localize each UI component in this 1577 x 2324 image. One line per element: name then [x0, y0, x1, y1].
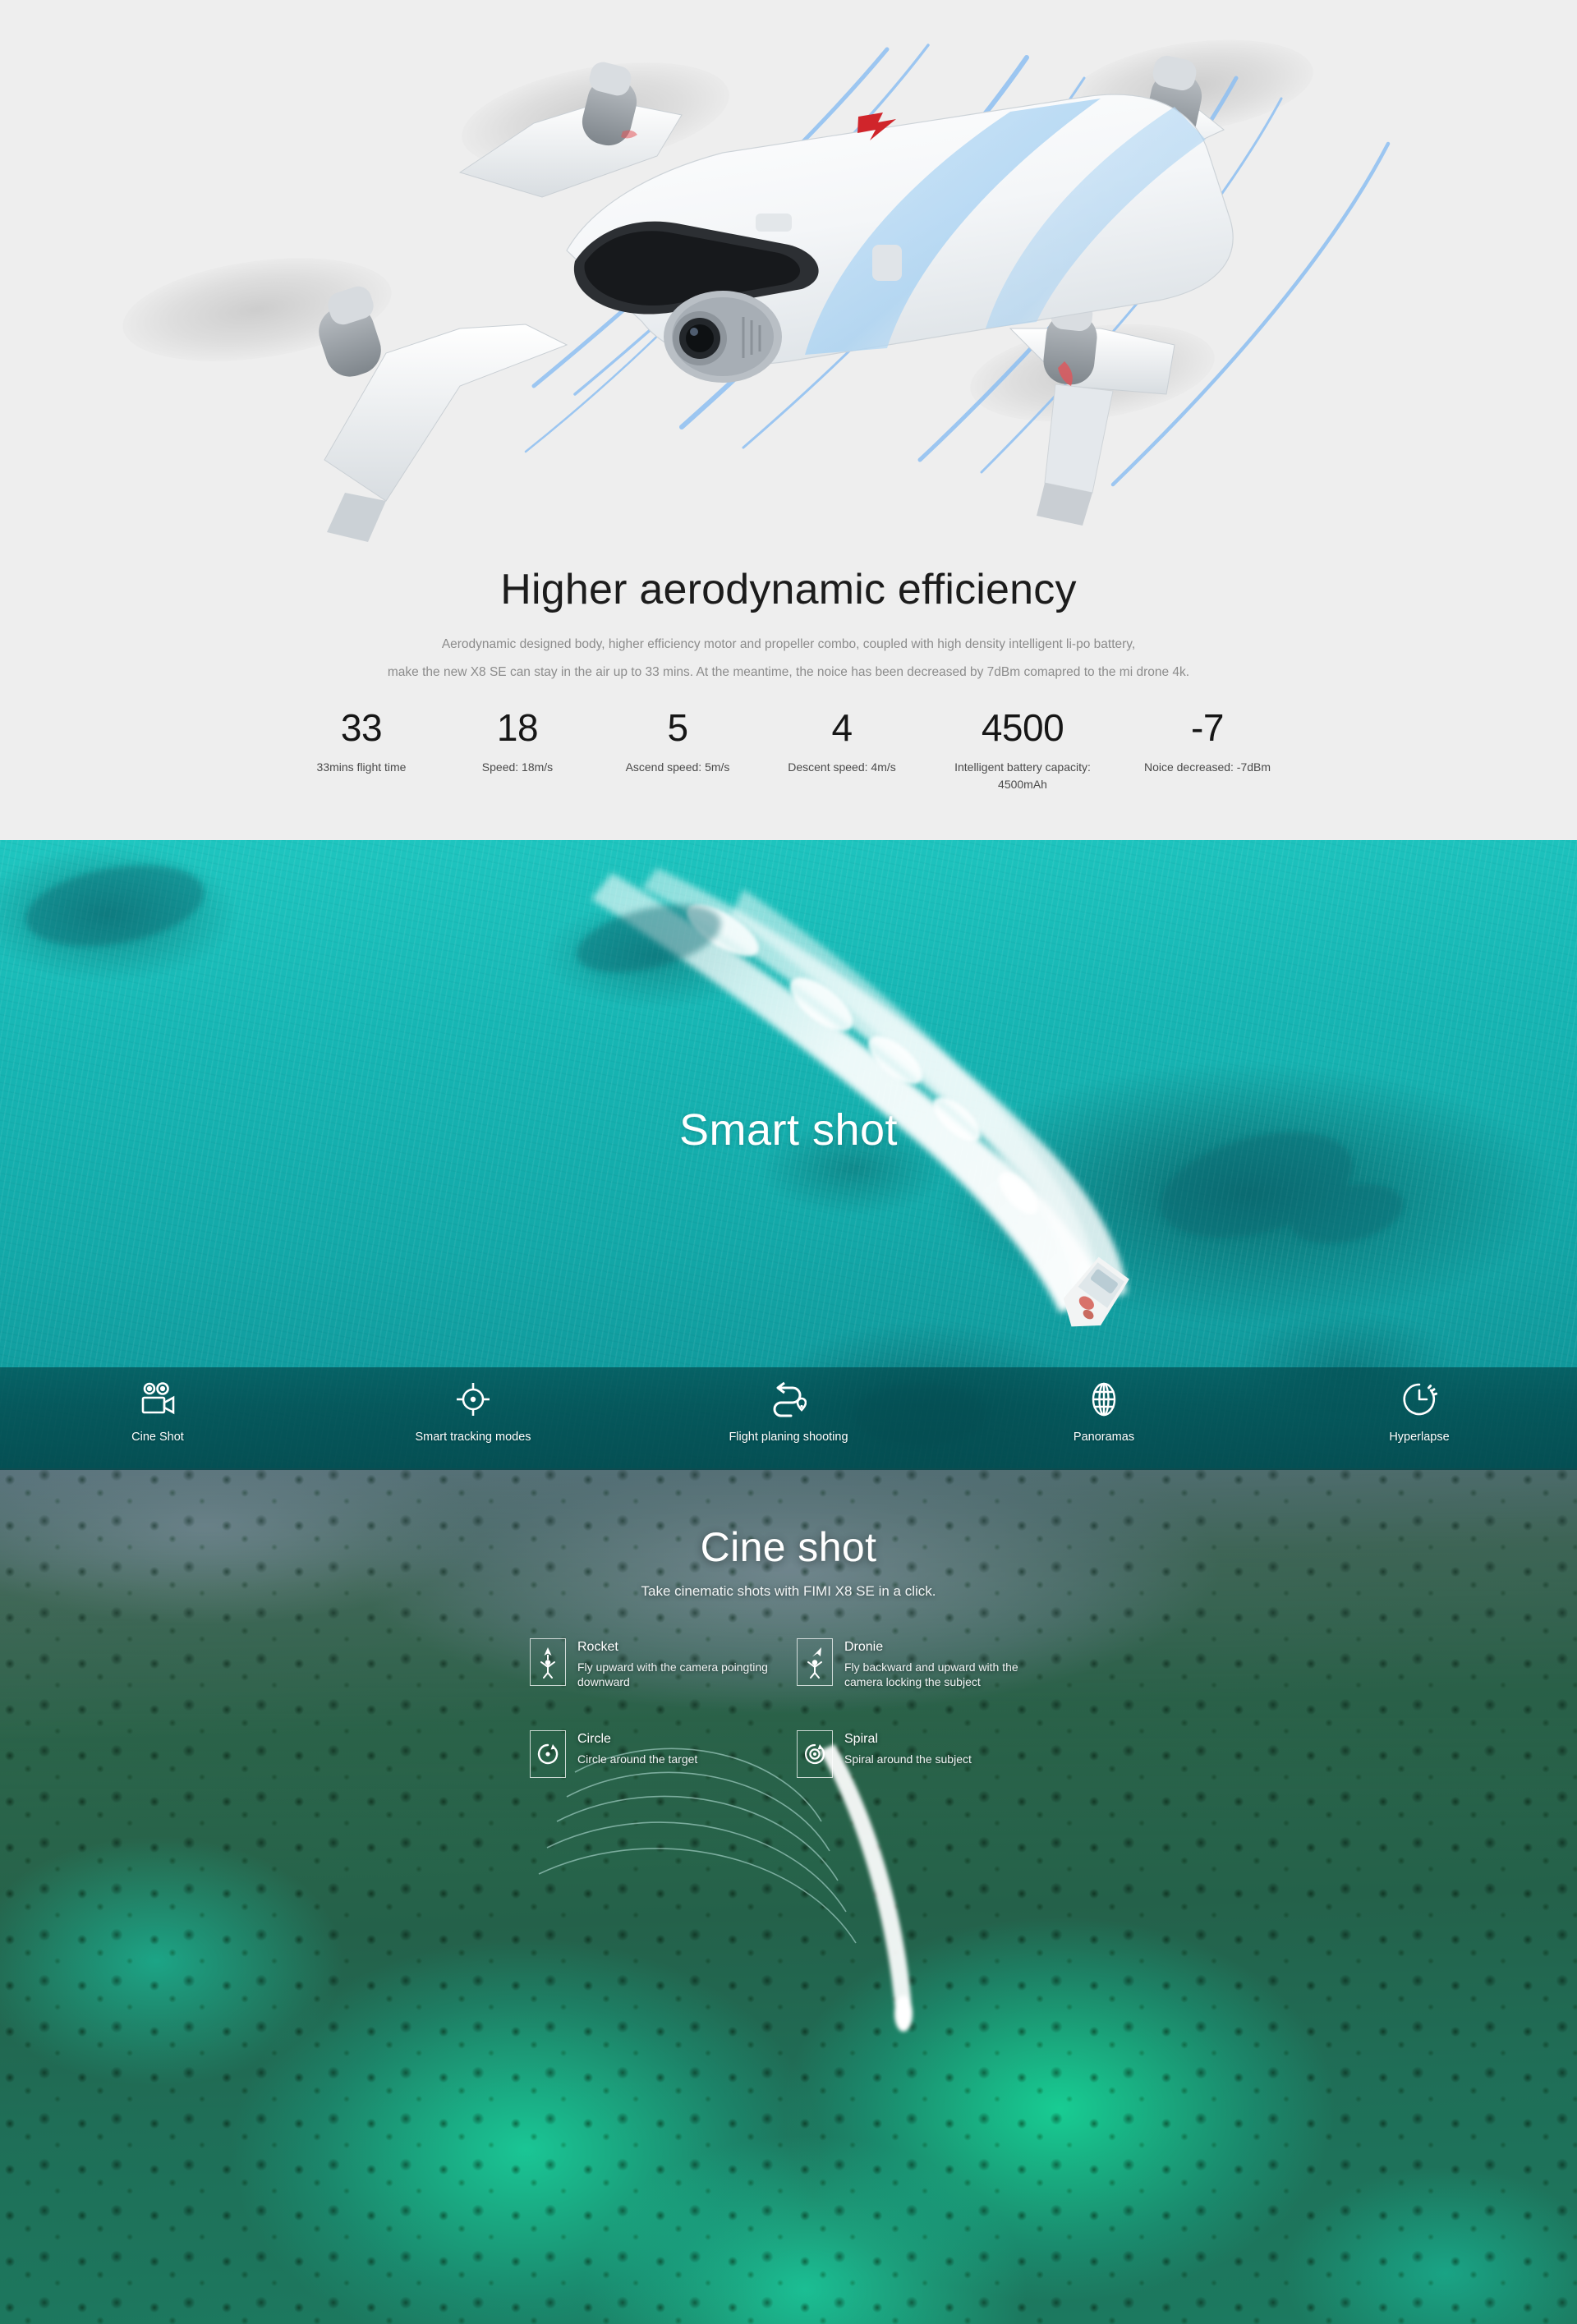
globe-icon — [1086, 1378, 1122, 1421]
cine-mode-spiral[interactable]: Spiral Spiral around the subject — [797, 1730, 1072, 1812]
clock-timelapse-icon — [1401, 1378, 1437, 1421]
hero-subtitle: Aerodynamic designed body, higher effici… — [0, 631, 1577, 687]
stat-value: 4 — [831, 706, 853, 749]
movie-camera-icon — [139, 1378, 177, 1421]
cine-mode-text: Spiral Spiral around the subject — [844, 1730, 972, 1766]
stat-label: Speed: 18m/s — [481, 760, 554, 774]
drone-hero-image — [0, 0, 1577, 542]
smart-shot-title: Smart shot — [678, 1105, 899, 1155]
cine-shot-section: Cine shot Take cinematic shots with FIMI… — [0, 1468, 1577, 2324]
stat-label: Noice decreased: -7dBm — [1143, 760, 1271, 774]
cine-mode-desc: Fly backward and upward with the camera … — [844, 1660, 1018, 1688]
rocket-person-up-arrow-icon — [530, 1638, 566, 1686]
hero-subtitle-line-1: Aerodynamic designed body, higher effici… — [441, 637, 1136, 651]
mode-item-panoramas[interactable]: Panoramas — [946, 1378, 1262, 1470]
cine-mode-dronie[interactable]: Dronie Fly backward and upward with the … — [797, 1638, 1072, 1730]
stat-value: 4500 — [981, 706, 1064, 749]
cine-mode-name: Spiral — [844, 1732, 878, 1746]
stat-flight-time: 33 33mins flight time — [300, 708, 423, 776]
cine-mode-desc: Circle around the target — [577, 1752, 698, 1766]
stat-value: 33 — [340, 706, 383, 749]
route-waypoint-icon — [770, 1378, 807, 1421]
mode-label: Hyperlapse — [1389, 1431, 1450, 1444]
stat-value: -7 — [1191, 706, 1224, 749]
cine-mode-text: Circle Circle around the target — [577, 1730, 697, 1766]
cine-mode-name: Circle — [577, 1732, 611, 1746]
mode-item-hyperlapse[interactable]: Hyperlapse — [1262, 1378, 1577, 1470]
cine-mode-circle[interactable]: Circle Circle around the target — [530, 1730, 797, 1812]
drone-illustration — [319, 55, 1234, 542]
mode-item-smart-tracking[interactable]: Smart tracking modes — [315, 1378, 631, 1470]
spec-stats-row: 33 33mins flight time 18 Speed: 18m/s 5 … — [300, 708, 1277, 793]
cine-shot-title: Cine shot — [700, 1524, 877, 1570]
hero-subtitle-line-2: make the new X8 SE can stay in the air u… — [387, 665, 1190, 679]
stat-battery-capacity: 4500 Intelligent battery capacity: 4500m… — [940, 708, 1105, 793]
cine-mode-text: Rocket Fly upward with the camera poingt… — [577, 1638, 779, 1689]
stat-descent-speed: 4 Descent speed: 4m/s — [776, 708, 908, 776]
stat-noise-decrease: -7 Noice decreased: -7dBm — [1138, 708, 1277, 776]
spiral-orbit-icon — [797, 1730, 833, 1778]
cine-mode-name: Rocket — [577, 1640, 618, 1654]
mode-item-cine-shot[interactable]: Cine Shot — [0, 1378, 315, 1470]
stat-value: 5 — [667, 706, 688, 749]
cine-mode-desc: Fly upward with the camera poingting dow… — [577, 1660, 768, 1688]
dronie-person-diagonal-arrow-icon — [797, 1638, 833, 1686]
stat-label: Descent speed: 4m/s — [788, 760, 896, 774]
mode-item-flight-planning[interactable]: Flight planing shooting — [631, 1378, 946, 1470]
mode-label: Cine Shot — [131, 1431, 184, 1444]
stat-value: 18 — [496, 706, 539, 749]
page-title: Higher aerodynamic efficiency — [500, 566, 1077, 613]
stat-label: Intelligent battery capacity: 4500mAh — [954, 760, 1091, 792]
cine-mode-desc: Spiral around the subject — [844, 1752, 972, 1766]
stat-label: 33mins flight time — [316, 760, 407, 774]
cine-mode-grid: Rocket Fly upward with the camera poingt… — [530, 1638, 1072, 1812]
stat-label: Ascend speed: 5m/s — [625, 760, 730, 774]
stat-speed: 18 Speed: 18m/s — [456, 708, 579, 776]
cine-mode-rocket[interactable]: Rocket Fly upward with the camera poingt… — [530, 1638, 797, 1730]
circle-orbit-icon — [530, 1730, 566, 1778]
product-page: Higher aerodynamic efficiency Aerodynami… — [0, 0, 1577, 2324]
mode-label: Flight planing shooting — [729, 1431, 848, 1444]
cine-mode-text: Dronie Fly backward and upward with the … — [844, 1638, 1046, 1689]
cine-shot-subtitle: Take cinematic shots with FIMI X8 SE in … — [641, 1583, 936, 1599]
smart-shot-mode-list: Cine Shot Smart tracking modes Flight pl… — [0, 1378, 1577, 1470]
mode-label: Panoramas — [1073, 1431, 1135, 1444]
stat-ascend-speed: 5 Ascend speed: 5m/s — [612, 708, 743, 776]
aerodynamic-efficiency-section: Higher aerodynamic efficiency Aerodynami… — [0, 0, 1577, 840]
mode-label: Smart tracking modes — [415, 1431, 531, 1444]
crosshair-target-icon — [455, 1378, 491, 1421]
cine-mode-name: Dronie — [844, 1640, 884, 1654]
